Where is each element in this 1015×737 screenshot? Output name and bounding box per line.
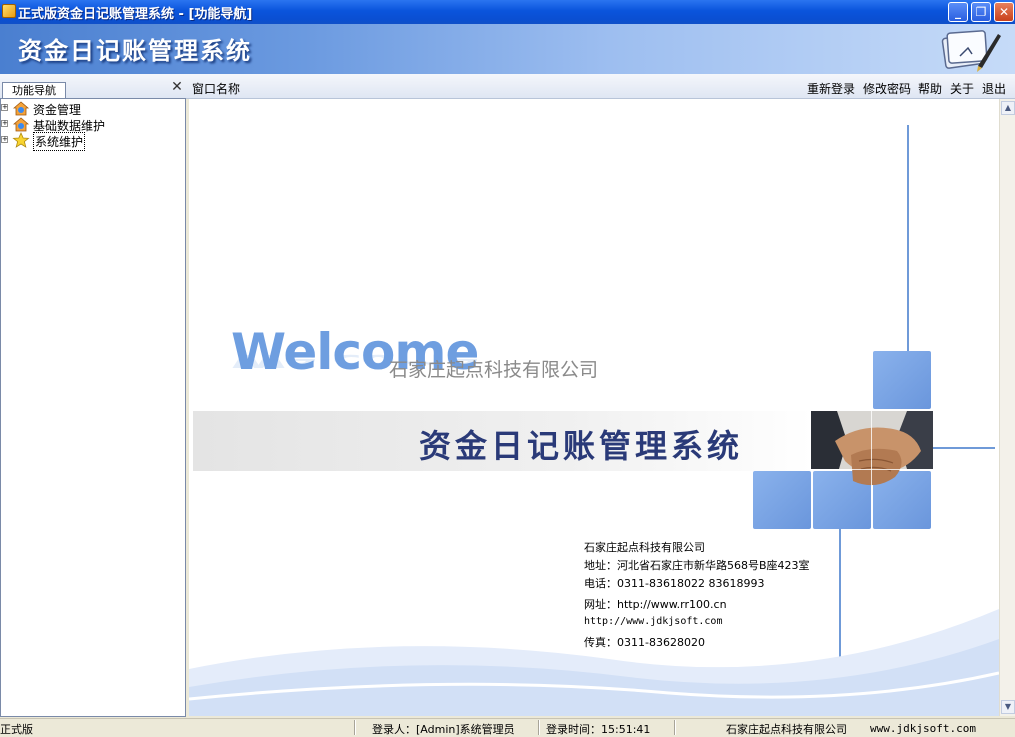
restore-button[interactable]: ❐ [971, 2, 991, 22]
company-phone: 电话：0311-83618022 83618993 [584, 577, 765, 590]
close-icon[interactable]: ✕ [170, 80, 184, 94]
about-link[interactable]: 关于 [950, 80, 974, 97]
app-banner: 资金日记账管理系统 [0, 24, 1015, 74]
expand-icon[interactable]: + [1, 104, 8, 111]
status-bar: 正式版 登录人：[Admin]系统管理员 登录时间：15:51:41 石家庄起点… [0, 718, 1015, 736]
command-bar: 功能导航 ✕ 窗口名称 重新登录 修改密码 帮助 关于 退出 [0, 74, 1015, 99]
help-link[interactable]: 帮助 [918, 80, 942, 97]
title-bar[interactable]: 正式版资金日记账管理系统 - [功能导航] _ ❐ ✕ [0, 0, 1015, 24]
expand-icon[interactable]: + [1, 136, 8, 143]
system-title: 资金日记账管理系统 [419, 427, 744, 465]
status-divider [354, 720, 355, 735]
tab-function-navigation[interactable]: 功能导航 [2, 82, 66, 98]
handshake-image [811, 411, 933, 493]
company-address: 地址：河北省石家庄市新华路568号B座423室 [584, 559, 810, 572]
exit-link[interactable]: 退出 [982, 80, 1006, 97]
scroll-up-icon[interactable]: ▲ [1001, 101, 1015, 115]
house-icon [12, 101, 30, 116]
decor-square [873, 351, 931, 409]
change-password-link[interactable]: 修改密码 [863, 80, 911, 97]
tree-item-label: 系统维护 [33, 132, 86, 151]
tree-item-system-maintenance[interactable]: + 系统维护 [1, 132, 181, 151]
tree-item-basic-data[interactable]: + 基础数据维护 [1, 116, 181, 133]
window-name-label: 窗口名称 [192, 82, 241, 96]
house-icon [12, 117, 30, 132]
close-button[interactable]: ✕ [994, 2, 1014, 22]
tree-item-fund-management[interactable]: + 资金管理 [1, 100, 181, 117]
expand-icon[interactable]: + [1, 120, 8, 127]
company-name: 石家庄起点科技有限公司 [584, 541, 705, 554]
banner-title: 资金日记账管理系统 [18, 36, 252, 65]
app-icon[interactable] [2, 4, 16, 18]
status-website: www.jdkjsoft.com [870, 722, 976, 735]
company-fax: 传真：0311-83628020 [584, 636, 705, 649]
notebook-pen-icon [941, 30, 1001, 72]
relogin-link[interactable]: 重新登录 [807, 80, 855, 97]
vertical-scrollbar[interactable]: ▲ ▼ [999, 99, 1015, 716]
company-website-2: http://www.jdkjsoft.com [584, 616, 723, 627]
status-divider [674, 720, 675, 735]
status-divider [538, 720, 539, 735]
window-title: 正式版资金日记账管理系统 - [功能导航] [18, 7, 253, 22]
welcome-page: Welcome Welcome 石家庄起点科技有限公司 资金日记账管理系统 石家… [189, 99, 999, 716]
star-icon [12, 132, 30, 148]
company-watermark: 石家庄起点科技有限公司 [389, 359, 599, 381]
decor-square [753, 471, 811, 529]
decor-line [931, 447, 995, 449]
decor-line [907, 125, 909, 351]
navigation-tree: + 资金管理 + 基础数据维护 + 系统维护 [0, 98, 186, 717]
minimize-button[interactable]: _ [948, 2, 968, 22]
scroll-down-icon[interactable]: ▼ [1001, 700, 1015, 714]
company-website: 网址：http://www.rr100.cn [584, 598, 727, 611]
